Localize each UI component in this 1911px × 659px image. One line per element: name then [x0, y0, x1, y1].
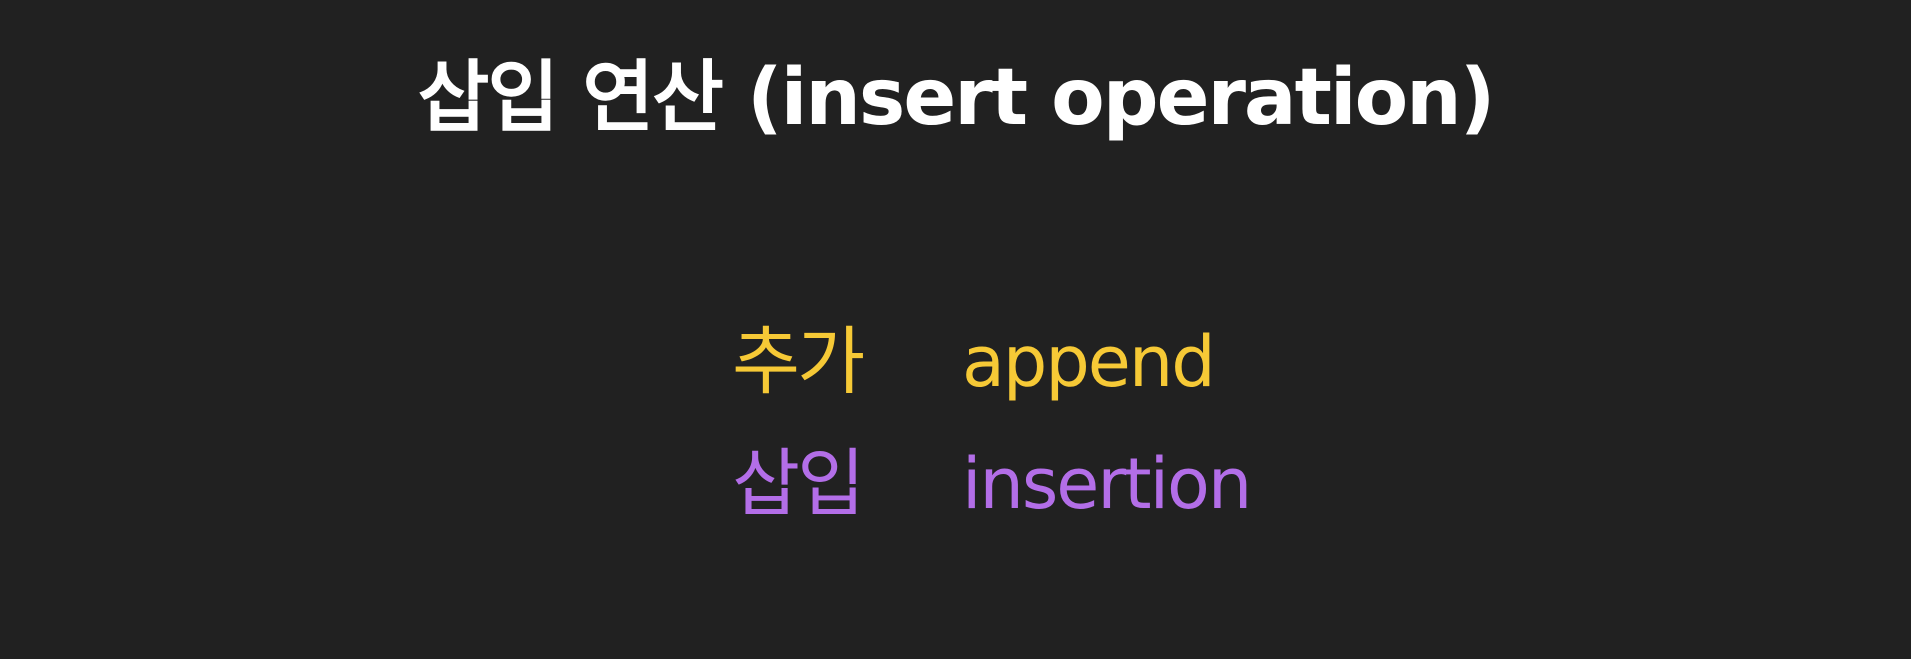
- slide: 삽입 연산 (insert operation) 추가 append 삽입 in…: [0, 0, 1911, 659]
- term-korean-insertion: 삽입: [732, 441, 865, 527]
- term-english-append: append: [962, 321, 1216, 403]
- term-korean-append: 추가: [732, 319, 865, 405]
- term-row-append: 추가 append: [0, 312, 1911, 412]
- slide-title: 삽입 연산 (insert operation): [417, 53, 1496, 143]
- term-row-insertion: 삽입 insertion: [0, 434, 1911, 534]
- term-english-insertion: insertion: [962, 443, 1252, 525]
